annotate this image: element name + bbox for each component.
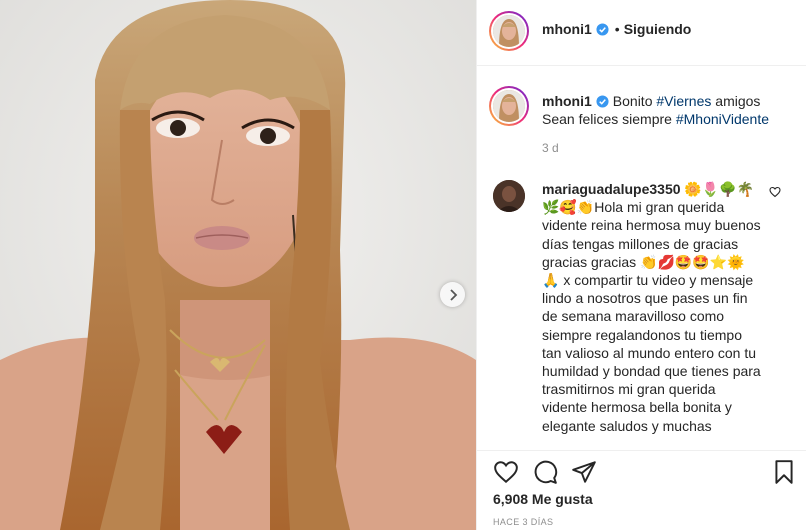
comment-icon[interactable] xyxy=(532,459,558,485)
comment-body: 🌼🌷🌳🌴🌿🥰👏Hola mi gran querida vidente rein… xyxy=(542,181,761,434)
bookmark-icon[interactable] xyxy=(771,459,797,485)
hashtag-viernes[interactable]: #Viernes xyxy=(656,93,711,109)
author-avatar[interactable] xyxy=(489,11,529,51)
avatar-image xyxy=(493,180,525,212)
post-actions-bar xyxy=(477,450,806,490)
avatar-image xyxy=(493,90,525,122)
verified-badge-icon xyxy=(596,22,609,36)
following-button[interactable]: Siguiendo xyxy=(624,21,692,37)
comment-text: mariaguadalupe3350 🌼🌷🌳🌴🌿🥰👏Hola mi gran q… xyxy=(542,180,762,448)
heart-icon[interactable] xyxy=(769,186,781,198)
commenter-username[interactable]: mariaguadalupe3350 xyxy=(542,181,681,197)
paper-plane-icon[interactable] xyxy=(571,459,597,485)
post-side-panel: mhoni1 • Siguiendo mhoni1 Bonito #Viernes… xyxy=(476,0,806,530)
commenter-avatar[interactable] xyxy=(493,180,525,212)
caption-body: Bonito xyxy=(612,93,657,109)
separator-dot: • xyxy=(614,21,620,37)
author-username[interactable]: mhoni1 xyxy=(542,21,592,37)
verified-badge-icon xyxy=(596,95,609,108)
post-photo[interactable] xyxy=(0,0,476,530)
post-date[interactable]: HACE 3 DÍAS xyxy=(493,517,553,527)
likes-count[interactable]: 6,908 Me gusta xyxy=(493,491,593,507)
caption-username[interactable]: mhoni1 xyxy=(542,93,592,109)
avatar-image xyxy=(493,15,525,47)
heart-icon[interactable] xyxy=(493,459,519,485)
post-header: mhoni1 • Siguiendo xyxy=(477,0,806,66)
caption-avatar[interactable] xyxy=(489,86,529,126)
post-header-text: mhoni1 • Siguiendo xyxy=(542,21,691,37)
caption-time[interactable]: 3 d xyxy=(542,141,559,155)
caption-text: mhoni1 Bonito #Viernes amigos Sean felice… xyxy=(542,92,792,128)
woman-portrait-image xyxy=(0,0,476,530)
chevron-right-icon xyxy=(449,288,457,301)
next-photo-button[interactable] xyxy=(440,282,465,307)
hashtag-mhonividente[interactable]: #MhoniVidente xyxy=(676,111,769,127)
